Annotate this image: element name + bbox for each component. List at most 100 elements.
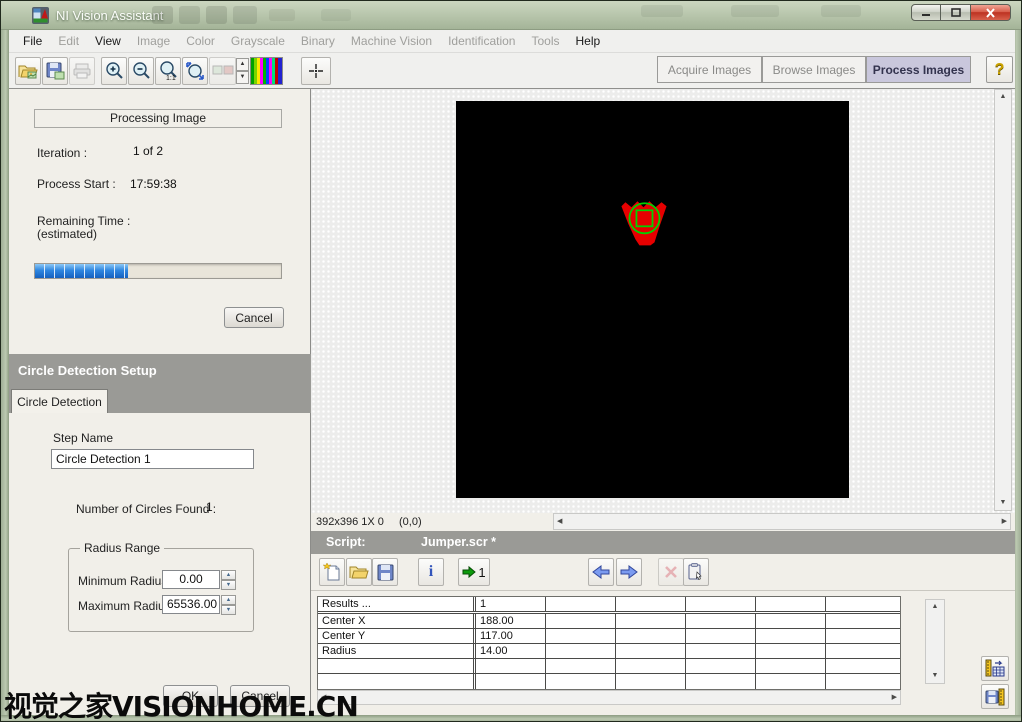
zoom-out-button[interactable] [128, 57, 154, 85]
zoom-to-fit-icon [184, 60, 206, 82]
run-once-button[interactable]: 1 [458, 558, 490, 586]
table-cell-empty [546, 644, 616, 658]
menu-machine-vision[interactable]: Machine Vision [343, 31, 440, 51]
zoom-to-fit-button[interactable] [182, 57, 208, 85]
image-canvas[interactable] [456, 101, 849, 498]
progress-fill [35, 264, 128, 278]
stepper-down-icon[interactable]: ▼ [221, 605, 236, 615]
taskbar-ghost [179, 6, 200, 24]
scroll-down-icon[interactable]: ▼ [932, 669, 939, 683]
iteration-label: Iteration : [37, 146, 87, 160]
delete-step-icon [664, 565, 678, 579]
browse-images-button[interactable]: Browse Images [762, 56, 866, 83]
scroll-right-icon[interactable]: ▶ [1002, 515, 1007, 529]
step-name-input[interactable]: Circle Detection 1 [51, 449, 254, 469]
new-script-button[interactable] [319, 558, 345, 586]
menu-view[interactable]: View [87, 31, 129, 51]
results-table[interactable]: Results ... 1 Center X 188.00 Center Y 1… [317, 596, 901, 690]
stepper-up-icon[interactable]: ▲ [236, 58, 249, 71]
process-images-button[interactable]: Process Images [866, 56, 971, 83]
table-cell-empty [686, 629, 756, 643]
stepper-down-icon[interactable]: ▼ [236, 71, 249, 84]
scroll-up-icon[interactable]: ▲ [932, 600, 939, 614]
table-cell-empty [686, 614, 756, 628]
taskbar-ghost [206, 6, 227, 24]
script-header: Script: Jumper.scr * [311, 531, 1015, 554]
menu-tools[interactable]: Tools [523, 31, 567, 51]
open-image-button[interactable] [15, 57, 41, 85]
scroll-right-icon[interactable]: ▶ [892, 691, 897, 705]
save-script-button[interactable] [372, 558, 398, 586]
minimum-radius-input[interactable]: 0.00 [162, 570, 220, 589]
menu-binary[interactable]: Binary [293, 31, 343, 51]
remaining-time-sub-label: (estimated) [37, 227, 97, 241]
table-cell-empty [826, 597, 900, 611]
table-row: Center Y 117.00 [318, 629, 900, 644]
results-vertical-scrollbar[interactable]: ▲ ▼ [925, 599, 945, 684]
run-interactive-button[interactable] [683, 558, 709, 586]
result-name-cell: Radius [318, 644, 476, 658]
table-cell-empty [546, 614, 616, 628]
image-status-text: 392x396 1X 0 [316, 516, 384, 528]
scroll-left-icon[interactable]: ◀ [557, 515, 562, 529]
menu-image[interactable]: Image [129, 31, 178, 51]
close-button[interactable] [971, 4, 1011, 21]
maximum-radius-stepper[interactable]: ▲ ▼ [221, 595, 236, 614]
print-button[interactable] [69, 57, 95, 85]
table-cell-empty [616, 629, 686, 643]
menu-edit[interactable]: Edit [50, 31, 87, 51]
table-cell-empty [826, 629, 900, 643]
processing-cancel-button[interactable]: Cancel [224, 307, 284, 328]
table-cell-empty [686, 644, 756, 658]
viewer-horizontal-scrollbar[interactable]: ◀ ▶ [553, 513, 1011, 530]
delete-step-button[interactable] [658, 558, 684, 586]
table-cell-empty [546, 629, 616, 643]
zoom-one-to-one-icon: 1:1 [157, 60, 179, 82]
maximize-icon [951, 8, 961, 17]
save-image-button[interactable] [42, 57, 68, 85]
zoom-level-stepper[interactable]: ▲ ▼ [236, 58, 249, 84]
menu-grayscale[interactable]: Grayscale [223, 31, 293, 51]
scroll-up-icon[interactable]: ▲ [1000, 90, 1007, 104]
menu-color[interactable]: Color [178, 31, 223, 51]
run-interactive-icon [688, 563, 704, 581]
step-info-button[interactable]: i [418, 558, 444, 586]
maximum-radius-input[interactable]: 65536.00 [162, 595, 220, 614]
table-row: Results ... 1 [318, 597, 900, 614]
color-palette-button[interactable] [250, 57, 283, 85]
scroll-down-icon[interactable]: ▼ [1000, 496, 1007, 510]
stepper-up-icon[interactable]: ▲ [221, 570, 236, 580]
open-script-icon [349, 564, 369, 580]
menu-help[interactable]: Help [568, 31, 609, 51]
tab-circle-detection[interactable]: Circle Detection [11, 389, 108, 413]
script-toolbar: i 1 [311, 554, 1015, 591]
menu-file[interactable]: File [15, 31, 50, 51]
stepper-down-icon[interactable]: ▼ [221, 580, 236, 590]
image-browser-button[interactable] [209, 57, 236, 85]
viewer-vertical-scrollbar[interactable]: ▲ ▼ [994, 89, 1012, 511]
crosshair-tool-button[interactable] [301, 57, 331, 85]
window-title: NI Vision Assistant [56, 8, 163, 23]
minimum-radius-stepper[interactable]: ▲ ▼ [221, 570, 236, 589]
acquire-images-button[interactable]: Acquire Images [657, 56, 762, 83]
table-cell-empty [546, 597, 616, 611]
save-results-button[interactable] [981, 684, 1009, 709]
zoom-in-button[interactable] [101, 57, 127, 85]
menu-identification[interactable]: Identification [440, 31, 523, 51]
print-icon [72, 62, 92, 80]
step-back-button[interactable] [588, 558, 614, 586]
crosshair-icon [308, 63, 324, 79]
help-button[interactable]: ? [986, 56, 1013, 83]
send-results-button[interactable] [981, 656, 1009, 681]
zoom-one-to-one-button[interactable]: 1:1 [155, 57, 181, 85]
open-image-icon [18, 62, 38, 80]
stepper-up-icon[interactable]: ▲ [221, 595, 236, 605]
maximize-button[interactable] [941, 4, 971, 21]
results-horizontal-scrollbar[interactable]: ◀ ▶ [317, 690, 901, 705]
open-script-button[interactable] [346, 558, 372, 586]
step-forward-button[interactable] [616, 558, 642, 586]
save-script-icon [377, 564, 394, 581]
minimize-button[interactable] [911, 4, 941, 21]
image-viewer[interactable]: ▲ ▼ [311, 89, 1015, 513]
circles-found-value: 1 [206, 500, 213, 514]
